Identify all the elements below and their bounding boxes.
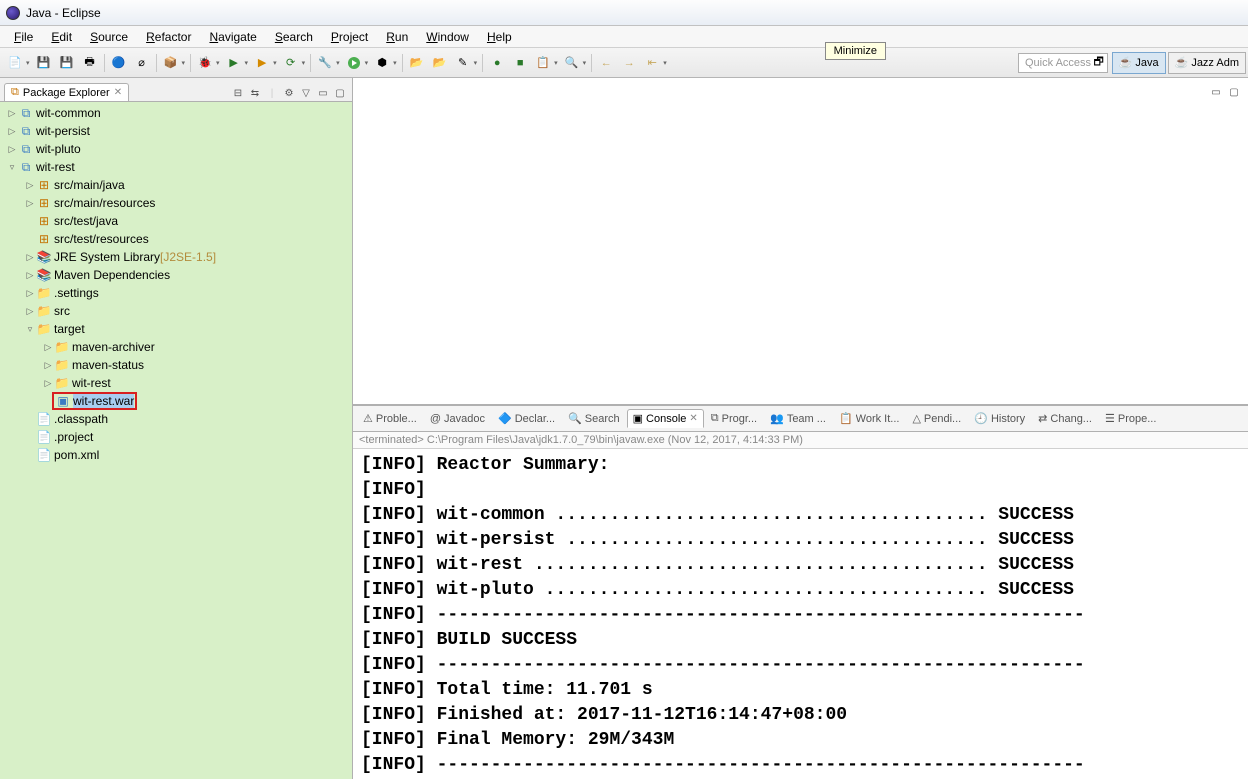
menu-help[interactable]: Help — [479, 28, 520, 46]
perspective-switcher: 🗗 ☕Java☕Jazz Adm — [1088, 52, 1246, 74]
tab-search[interactable]: 🔍Search — [562, 409, 626, 428]
search-icon[interactable]: 🔍 — [561, 52, 583, 74]
tree-item[interactable]: ▷📁.settings — [0, 284, 352, 302]
menu-navigate[interactable]: Navigate — [201, 28, 264, 46]
editor-minimize-icon[interactable]: ▭ — [1208, 84, 1224, 100]
window-titlebar: Java - Eclipse — [0, 0, 1248, 26]
editor-blank: ▭ ▢ — [353, 78, 1248, 405]
ext-tools-icon[interactable]: 🔧 — [314, 52, 336, 74]
collapse-all-icon[interactable]: ⊟ — [230, 85, 246, 101]
perspective-java[interactable]: ☕Java — [1112, 52, 1166, 74]
save-all-icon[interactable]: 💾 — [56, 52, 78, 74]
new-package-icon[interactable]: 📂 — [406, 52, 428, 74]
menu-source[interactable]: Source — [82, 28, 136, 46]
tree-item[interactable]: ⊞src/test/resources — [0, 230, 352, 248]
perspective-jazz-adm[interactable]: ☕Jazz Adm — [1168, 52, 1246, 74]
package-explorer-view: ⧉ Package Explorer ✕ ⊟ ⇆ | ⚙ ▽ ▭ ▢ ▷⧉wit… — [0, 78, 353, 779]
debug-icon[interactable]: 🐞 — [194, 52, 216, 74]
tab-team[interactable]: 👥Team ... — [764, 409, 832, 428]
wand-icon[interactable]: ✎ — [452, 52, 474, 74]
work-area: ⧉ Package Explorer ✕ ⊟ ⇆ | ⚙ ▽ ▭ ▢ ▷⧉wit… — [0, 78, 1248, 779]
minimize-tooltip: Minimize — [825, 42, 886, 60]
tree-item[interactable]: ▷📁wit-rest — [0, 374, 352, 392]
nav-back-icon[interactable]: ← — [595, 52, 617, 74]
tree-item[interactable]: 📄.project — [0, 428, 352, 446]
build-icon[interactable]: 📦 — [160, 52, 182, 74]
package-explorer-label: Package Explorer — [23, 87, 110, 99]
task-icon[interactable]: 📋 — [532, 52, 554, 74]
menubar: FileEditSourceRefactorNavigateSearchProj… — [0, 26, 1248, 48]
tree-item[interactable]: 📄pom.xml — [0, 446, 352, 464]
coverage-icon[interactable]: ▶ — [251, 52, 273, 74]
project-tree[interactable]: ▷⧉wit-common▷⧉wit-persist▷⧉wit-pluto▿⧉wi… — [0, 102, 352, 779]
tab-history[interactable]: 🕘History — [968, 409, 1031, 428]
menu-search[interactable]: Search — [267, 28, 321, 46]
stop-icon[interactable]: ⬢ — [371, 52, 393, 74]
tree-item[interactable]: ▷⧉wit-common — [0, 104, 352, 122]
tree-item[interactable]: ▷📁maven-status — [0, 356, 352, 374]
tab-pendi[interactable]: △Pendi... — [906, 409, 967, 428]
tree-item[interactable]: ▷⊞src/main/java — [0, 176, 352, 194]
open-perspective-icon[interactable]: 🗗 — [1088, 52, 1110, 74]
tree-item[interactable]: ▿📁target — [0, 320, 352, 338]
console-output: [INFO] Reactor Summary: [INFO] [INFO] wi… — [353, 449, 1248, 779]
tree-item[interactable]: ⊞src/test/java — [0, 212, 352, 230]
tab-progr[interactable]: ⧉Progr... — [705, 409, 763, 428]
tree-item[interactable]: ▷⧉wit-pluto — [0, 140, 352, 158]
tab-workit[interactable]: 📋Work It... — [833, 409, 906, 428]
console-status: <terminated> C:\Program Files\Java\jdk1.… — [353, 432, 1248, 449]
tab-declar[interactable]: 🔷Declar... — [492, 409, 561, 428]
tab-console[interactable]: ▣Console ✕ — [627, 409, 704, 428]
window-title: Java - Eclipse — [26, 6, 101, 20]
tree-item[interactable]: ▿⧉wit-rest — [0, 158, 352, 176]
nav-fwd-icon[interactable]: → — [618, 52, 640, 74]
breakpoint-icon[interactable]: 🔵 — [108, 52, 130, 74]
tab-javadoc[interactable]: @Javadoc — [424, 410, 491, 428]
tree-item[interactable]: ▷📚JRE System Library [J2SE-1.5] — [0, 248, 352, 266]
new-icon[interactable]: 📄 — [4, 52, 26, 74]
run-icon[interactable]: ▶ — [223, 52, 245, 74]
view-menu-icon[interactable]: ▽ — [298, 85, 314, 101]
package-explorer-tab[interactable]: ⧉ Package Explorer ✕ — [4, 83, 129, 101]
menu-run[interactable]: Run — [378, 28, 416, 46]
menu-project[interactable]: Project — [323, 28, 376, 46]
close-icon[interactable]: ✕ — [114, 87, 122, 98]
tree-item[interactable]: ▷📁maven-archiver — [0, 338, 352, 356]
run-green-icon[interactable] — [343, 52, 365, 74]
tree-item[interactable]: ▷📚Maven Dependencies — [0, 266, 352, 284]
view-tabbar: ⧉ Package Explorer ✕ ⊟ ⇆ | ⚙ ▽ ▭ ▢ — [0, 78, 352, 102]
eclipse-icon — [6, 6, 20, 20]
record-icon[interactable]: ● — [486, 52, 508, 74]
editor-maximize-icon[interactable]: ▢ — [1226, 84, 1242, 100]
save-icon[interactable]: 💾 — [33, 52, 55, 74]
tab-prope[interactable]: ☰Prope... — [1099, 409, 1162, 428]
tree-item[interactable]: 📄.classpath — [0, 410, 352, 428]
tree-item[interactable]: ▷⧉wit-persist — [0, 122, 352, 140]
minimize-icon[interactable]: ▭ — [315, 85, 331, 101]
menu-edit[interactable]: Edit — [43, 28, 80, 46]
run-last-icon[interactable]: ⟳ — [280, 52, 302, 74]
link-editor-icon[interactable]: ⇆ — [247, 85, 263, 101]
menu-refactor[interactable]: Refactor — [138, 28, 199, 46]
stop-rec-icon[interactable]: ■ — [509, 52, 531, 74]
new-class-icon[interactable]: 📂 — [429, 52, 451, 74]
main-toolbar: 📄▾ 💾 💾 🖶 🔵 ⌀ 📦▾ 🐞▾ ▶▾ ▶▾ ⟳▾ 🔧▾ ▾ ⬢▾ 📂 📂 … — [0, 48, 1248, 78]
tree-item[interactable]: ▣wit-rest.war — [0, 392, 352, 410]
editor-area: ▭ ▢ ⚠Proble...@Javadoc🔷Declar...🔍Search▣… — [353, 78, 1248, 779]
bottom-views: ⚠Proble...@Javadoc🔷Declar...🔍Search▣Cons… — [353, 405, 1248, 779]
tab-chang[interactable]: ⇄Chang... — [1032, 409, 1098, 428]
tree-item[interactable]: ▷⊞src/main/resources — [0, 194, 352, 212]
filter-icon[interactable]: ⚙ — [281, 85, 297, 101]
package-explorer-icon: ⧉ — [11, 86, 19, 99]
tab-proble[interactable]: ⚠Proble... — [357, 409, 423, 428]
nav-last-icon[interactable]: ⇤ — [641, 52, 663, 74]
menu-window[interactable]: Window — [418, 28, 477, 46]
skip-bp-icon[interactable]: ⌀ — [131, 52, 153, 74]
maximize-icon[interactable]: ▢ — [332, 85, 348, 101]
print-icon[interactable]: 🖶 — [79, 52, 101, 74]
tree-item[interactable]: ▷📁src — [0, 302, 352, 320]
bottom-tabs: ⚠Proble...@Javadoc🔷Declar...🔍Search▣Cons… — [353, 406, 1248, 432]
menu-file[interactable]: File — [6, 28, 41, 46]
